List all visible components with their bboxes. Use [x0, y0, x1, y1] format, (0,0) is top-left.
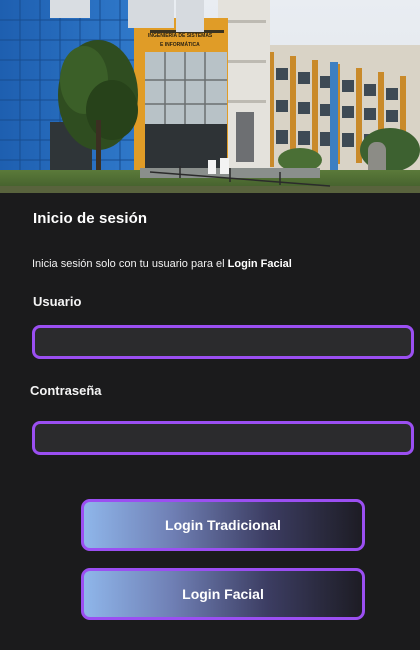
page-title: Inicio de sesión [33, 210, 148, 227]
instructions-text: Inicia sesión solo con tu usuario para e… [32, 258, 228, 270]
building-sign-line1: INGENIERÍA DE SISTEMAS [148, 31, 213, 39]
traditional-login-button[interactable]: Login Tradicional [81, 499, 365, 551]
login-instructions: Inicia sesión solo con tu usuario para e… [32, 258, 292, 270]
username-label: Usuario [33, 294, 82, 309]
password-label: Contraseña [30, 383, 102, 398]
instructions-highlight: Login Facial [227, 258, 292, 270]
building-sign-line2: E INFORMÁTICA [160, 41, 200, 48]
username-input[interactable] [32, 325, 414, 359]
campus-photo: INGENIERÍA DE SISTEMAS E INFORMÁTICA [0, 0, 420, 193]
login-screen: INGENIERÍA DE SISTEMAS E INFORMÁTICA Ini… [0, 0, 420, 650]
password-input[interactable] [32, 421, 414, 455]
facial-login-button[interactable]: Login Facial [81, 568, 365, 620]
